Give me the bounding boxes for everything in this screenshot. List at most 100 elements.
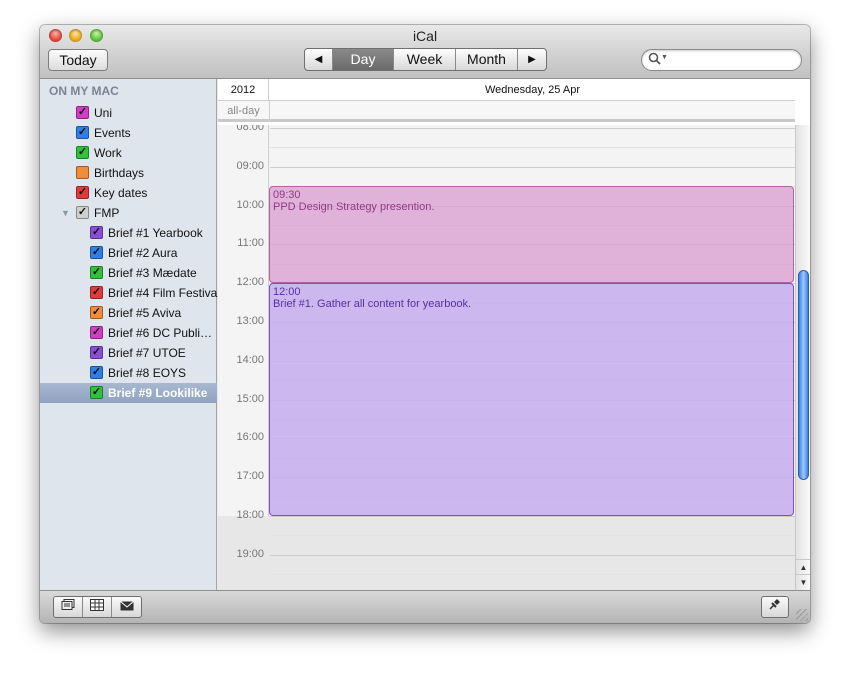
hour-line [270,516,795,517]
view-tab-week[interactable]: Week [394,49,456,70]
all-day-label: all-day [227,105,260,117]
sidebar-item[interactable]: ✓ Brief #6 DC Publi… [40,323,217,343]
half-hour-line [270,535,795,537]
calendar-event[interactable]: 12:00 Brief #1. Gather all content for ye… [269,283,794,516]
disclosure-triangle-icon[interactable]: ▼ [61,208,70,218]
hour-label: 19:00 [236,547,264,560]
scroll-thumb[interactable] [798,270,809,480]
sidebar-item[interactable]: ✓ Brief #8 EOYS [40,363,217,383]
sidebar-item-label: Brief #3 Mædate [108,266,197,280]
today-button[interactable]: Today [48,49,108,71]
view-tab-day[interactable]: Day [333,49,394,70]
calendar-checkbox[interactable]: ✓ [76,126,89,139]
sidebar-item[interactable]: ✓ Brief #4 Film Festival [40,283,221,303]
calendars-list-icon[interactable] [54,597,83,617]
event-title: Brief #1. Gather all content for yearboo… [273,298,472,311]
hour-label: 14:00 [236,353,264,366]
calendar-checkbox[interactable]: ✓ [90,286,103,299]
calendar-checkbox[interactable]: ✓ [90,266,103,279]
ical-window: iCal Today ◀ Day Week Month ▶ ▼ ON MY MA… [40,25,810,623]
sidebar-item[interactable]: Birthdays [40,163,217,183]
calendar-checkbox[interactable]: ✓ [76,106,89,119]
calendar-checkbox[interactable]: ✓ [90,366,103,379]
sidebar-item[interactable]: ✓ Brief #3 Mædate [40,263,217,283]
sidebar-item-label: Key dates [94,186,148,200]
sidebar-item-label: Brief #2 Aura [108,246,178,260]
scroll-down-arrow[interactable]: ▼ [796,574,810,589]
view-tab-month[interactable]: Month [456,49,518,70]
day-view: 2012 Wednesday, 25 Apr all-day 08:00 09:0… [218,79,810,590]
sidebar-item[interactable]: ✓ Brief #7 UTOE [40,343,217,363]
hour-line [270,554,795,556]
hour-label: 12:00 [236,276,264,289]
sidebar-item-label: Brief #8 EOYS [108,366,187,380]
calendar-checkbox[interactable] [76,166,89,179]
calendar-checkbox[interactable]: ✓ [90,346,103,359]
year-label: 2012 [218,79,269,101]
search-field[interactable]: ▼ [641,49,802,71]
sidebar-item[interactable]: ✓ Brief #9 Lookilike [40,383,217,403]
sidebar-item-label: Brief #9 Lookilike [108,386,208,400]
sidebar-item-label: Uni [94,106,113,120]
scroll-up-arrow[interactable]: ▲ [796,559,810,574]
day-title: Wednesday, 25 Apr [485,84,580,96]
sidebar-item[interactable]: ✓ Brief #1 Yearbook [40,223,217,243]
view-switcher: ◀ Day Week Month ▶ [304,48,547,71]
calendar-checkbox[interactable]: ✓ [76,146,89,159]
sidebar-item-label: Work [94,146,122,160]
calendar-checkbox[interactable]: ✓ [90,306,103,319]
all-day-divider [269,101,270,122]
resize-grip[interactable] [796,609,808,621]
sidebar-item-label: Brief #4 Film Festival [108,286,221,300]
hour-label: 08:00 [236,125,264,133]
calendar-event[interactable]: 09:30 PPD Design Strategy presention. [269,186,794,284]
all-day-row[interactable]: all-day [218,101,795,122]
sidebar-item[interactable]: ▼ ✓ FMP [40,203,217,223]
hour-label: 09:00 [236,159,264,172]
calendar-checkbox[interactable]: ✓ [90,246,103,259]
sidebar-item[interactable]: ✓ Brief #5 Aviva [40,303,217,323]
sidebar-item[interactable]: ✓ Brief #2 Aura [40,243,217,263]
sidebar-item-label: Brief #7 UTOE [108,346,186,360]
evening-shade [218,516,795,590]
sidebar-item-label: Events [94,126,131,140]
sidebar-item-label: Brief #6 DC Publi… [108,326,213,340]
calendar-checkbox[interactable]: ✓ [90,386,103,399]
calendar-checkbox[interactable]: ✓ [90,226,103,239]
hour-label: 17:00 [236,470,264,483]
sidebar-item[interactable]: ✓ Events [40,123,217,143]
search-icon [648,52,662,69]
day-header: 2012 Wednesday, 25 Apr [218,79,795,101]
sidebar-item[interactable]: ✓ Key dates [40,183,217,203]
event-time: 12:00 [273,286,301,299]
event-time: 09:30 [273,189,301,202]
mail-icon[interactable] [112,597,141,617]
sidebar-item-label: FMP [94,206,120,220]
pushpin-icon[interactable] [761,596,789,618]
chevron-down-icon: ▼ [661,54,668,61]
hour-label: 13:00 [236,315,264,327]
next-day-button[interactable]: ▶ [518,49,546,70]
sidebar-item-label: Brief #1 Yearbook [108,226,203,240]
hour-line [270,128,795,129]
calendar-checkbox[interactable]: ✓ [90,326,103,339]
sidebar-item-label: Brief #5 Aviva [108,306,182,320]
half-hour-line [270,574,795,576]
hour-label: 16:00 [236,431,264,444]
month-grid-icon[interactable] [83,597,112,617]
hour-label: 11:00 [237,237,264,250]
sidebar-section-header: ON MY MAC [49,84,119,98]
vertical-scrollbar[interactable]: ▲ ▼ [795,125,810,590]
calendar-checkbox[interactable]: ✓ [76,186,89,199]
hour-label: 15:00 [236,392,264,405]
sidebar-item-label: Birthdays [94,166,145,180]
calendar-checkbox[interactable]: ✓ [76,206,89,219]
sidebar-item[interactable]: ✓ Uni [40,103,217,123]
calendar-sidebar: ON MY MAC ✓ Uni ✓ Events ✓ Work Birthdays ✓ Key … [40,79,221,590]
hour-label: 18:00 [236,509,264,521]
time-grid[interactable]: 08:00 09:00 10:00 11:00 12:00 13:00 14:00 15:00… [218,125,795,590]
sidebar-item[interactable]: ✓ Work [40,143,217,163]
window-title: iCal [412,28,438,44]
title-bar: iCal Today ◀ Day Week Month ▶ ▼ [40,25,810,79]
previous-day-button[interactable]: ◀ [305,49,333,70]
